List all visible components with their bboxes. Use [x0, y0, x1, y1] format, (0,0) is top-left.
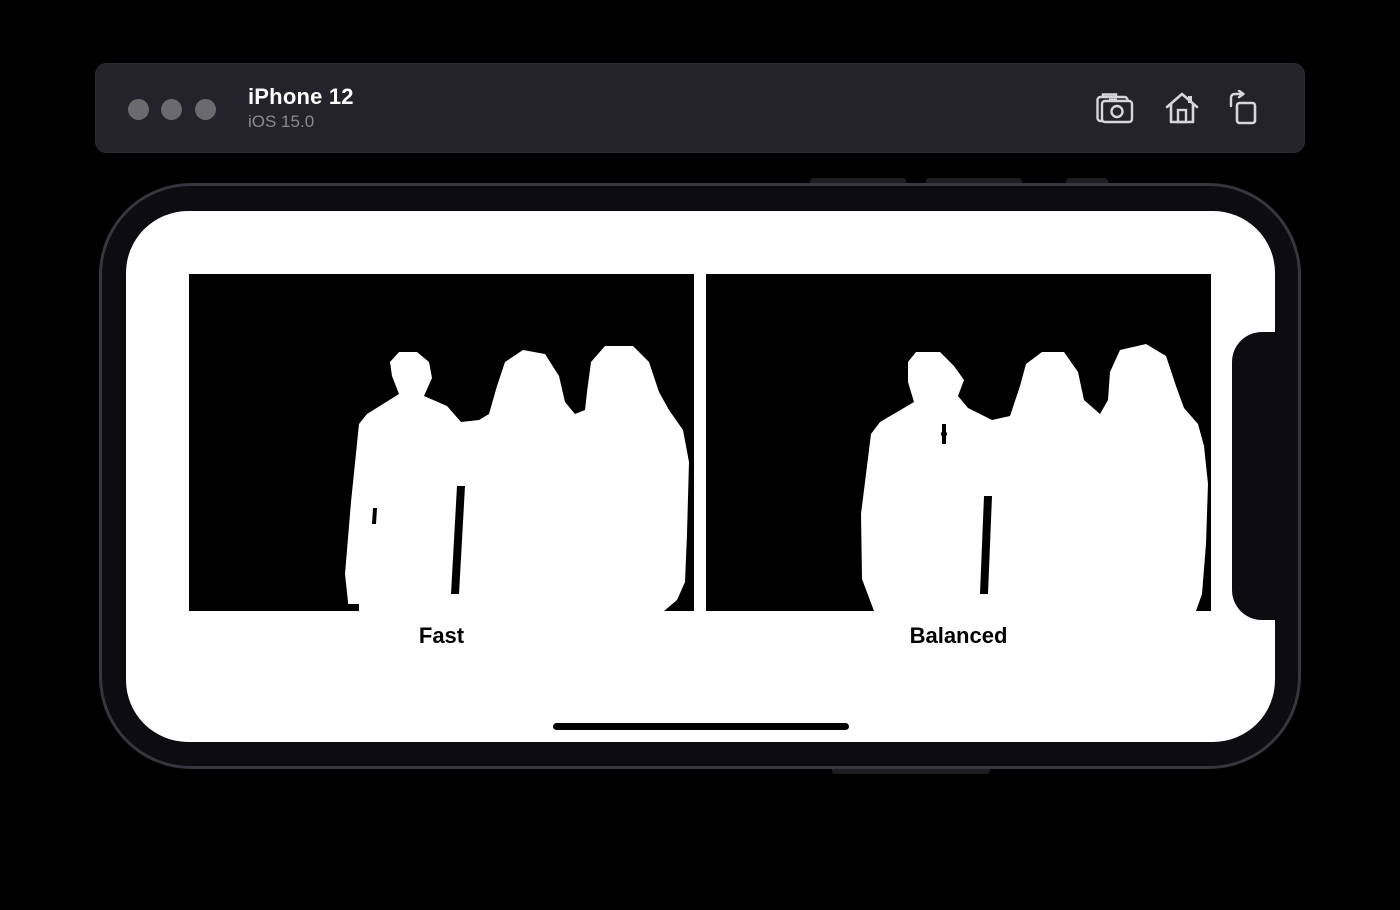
rotate-icon	[1229, 90, 1257, 125]
camera-icon	[1096, 93, 1134, 124]
sensor-notch	[1232, 332, 1292, 620]
minimize-window-button[interactable]	[161, 99, 182, 120]
close-window-button[interactable]	[128, 99, 149, 120]
home-icon	[1165, 92, 1199, 124]
home-indicator[interactable]	[553, 723, 849, 730]
zoom-window-button[interactable]	[195, 99, 216, 120]
screenshot-button[interactable]	[1095, 89, 1135, 127]
fast-caption: Fast	[418, 623, 465, 648]
simulator-titlebar[interactable]: iPhone 12 iOS 15.0	[95, 63, 1305, 153]
home-button[interactable]	[1162, 89, 1202, 127]
fast-mask-image	[189, 274, 694, 611]
balanced-caption: Balanced	[909, 623, 1008, 648]
rotate-button[interactable]	[1223, 89, 1263, 127]
device-screen[interactable]: Fast Balanced	[126, 211, 1275, 742]
person-segmentation-mask	[706, 344, 1208, 611]
simulator-window: iPhone 12 iOS 15.0 Fast Balanced	[0, 0, 1400, 910]
balanced-mask-image	[706, 274, 1211, 611]
device-name: iPhone 12	[248, 84, 354, 109]
os-version: iOS 15.0	[248, 112, 315, 131]
person-segmentation-mask	[189, 346, 689, 611]
